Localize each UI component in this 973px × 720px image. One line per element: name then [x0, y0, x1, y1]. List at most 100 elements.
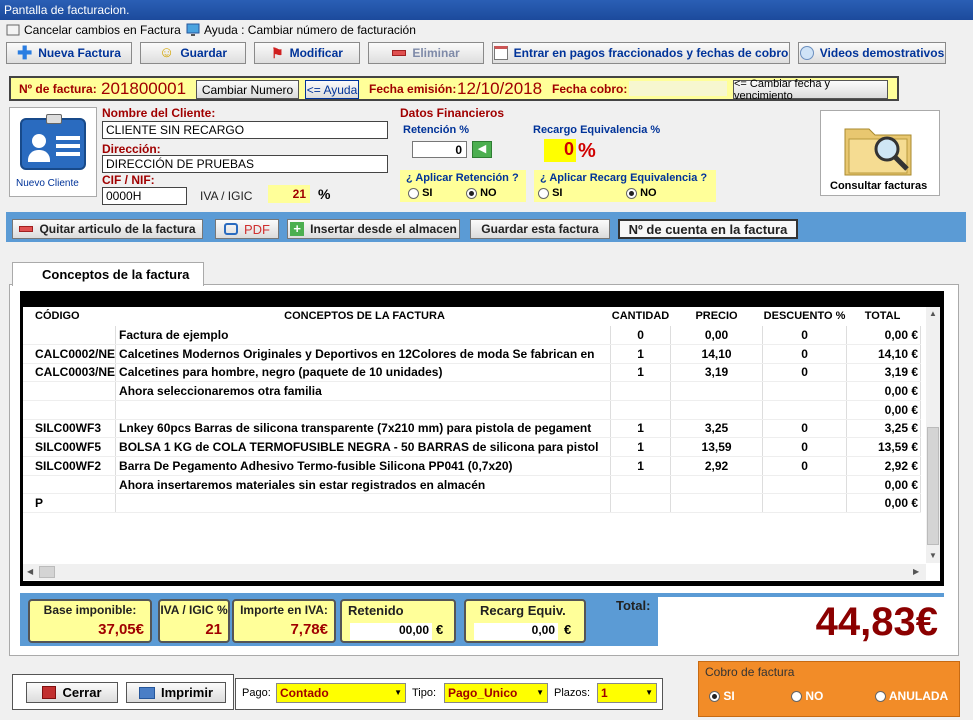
retention-apply-arrow-icon[interactable]: ◀	[472, 141, 492, 158]
cell-concept[interactable]: Ahora insertaremos materiales sin estar …	[115, 475, 612, 495]
table-row[interactable]: Factura de ejemplo 0 0,00 0 0,00 €	[23, 325, 922, 345]
cell-concept[interactable]: Lnkey 60pcs Barras de silicona transpare…	[115, 419, 612, 439]
vat-field[interactable]: 21	[268, 185, 310, 203]
surcharge-field[interactable]: 0	[544, 139, 576, 162]
cell-quantity[interactable]	[610, 493, 672, 514]
table-row[interactable]: SILC00WF2 Barra De Pegamento Adhesivo Ter…	[23, 456, 922, 476]
cell-discount[interactable]	[762, 381, 848, 401]
tab-invoice-concepts[interactable]: Conceptos de la factura	[12, 262, 204, 286]
cell-quantity[interactable]: 0	[610, 325, 672, 345]
scroll-up-icon[interactable]: ▲	[929, 309, 937, 318]
table-row[interactable]: P 0,00 €	[23, 493, 922, 514]
change-date-button[interactable]: <= Cambiar fecha y vencimiento	[733, 78, 888, 102]
cell-price[interactable]	[670, 475, 764, 495]
cell-quantity[interactable]: 1	[610, 456, 672, 476]
table-row[interactable]: CALC0003/NE Calcetines para hombre, negro…	[23, 363, 922, 383]
cell-quantity[interactable]: 1	[610, 363, 672, 383]
scroll-down-icon[interactable]: ▼	[929, 551, 937, 560]
cell-quantity[interactable]: 1	[610, 344, 672, 364]
cell-concept[interactable]: Ahora seleccionaremos otra familia	[115, 381, 612, 401]
search-invoices-button[interactable]: Consultar facturas	[820, 110, 940, 196]
new-invoice-button[interactable]: ✚ Nueva Factura	[6, 42, 132, 64]
cell-discount[interactable]	[762, 493, 848, 514]
col-header-total[interactable]: TOTAL	[847, 307, 921, 326]
cell-price[interactable]: 2,92	[670, 456, 764, 476]
cell-code[interactable]: SILC00WF2	[23, 456, 117, 476]
cell-price[interactable]	[670, 493, 764, 514]
client-name-field[interactable]: CLIENTE SIN RECARGO	[102, 121, 388, 139]
type-select[interactable]: Pago_Unico ▼	[444, 683, 548, 703]
address-field[interactable]: DIRECCIÓN DE PRUEBAS	[102, 155, 388, 173]
account-number-button[interactable]: Nº de cuenta en la factura	[618, 219, 798, 239]
remove-item-button[interactable]: Quitar articulo de la factura	[12, 219, 203, 239]
cell-concept[interactable]	[115, 400, 612, 420]
surcharge-no-radio[interactable]: NO	[626, 187, 657, 199]
videos-button[interactable]: Videos demostrativos	[798, 42, 946, 64]
hscroll-thumb[interactable]	[39, 566, 55, 578]
cell-code[interactable]: P	[23, 493, 117, 514]
modify-button[interactable]: ⚑ Modificar	[254, 42, 360, 64]
cell-code[interactable]	[23, 325, 117, 345]
grid-vertical-scrollbar[interactable]: ▲ ▼	[926, 307, 940, 563]
retention-yes-radio[interactable]: SI	[408, 187, 432, 199]
cell-total[interactable]: 0,00 €	[846, 475, 922, 495]
table-row[interactable]: CALC0002/NE Calcetines Modernos Originale…	[23, 344, 922, 364]
cell-code[interactable]: SILC00WF5	[23, 437, 117, 457]
cell-concept[interactable]: Barra De Pegamento Adhesivo Termo-fusibl…	[115, 456, 612, 476]
cell-quantity[interactable]	[610, 400, 672, 420]
cell-concept[interactable]: BOLSA 1 KG de COLA TERMOFUSIBLE NEGRA - …	[115, 437, 612, 457]
cell-price[interactable]: 13,59	[670, 437, 764, 457]
print-button[interactable]: Imprimir	[126, 682, 226, 703]
close-button[interactable]: Cerrar	[26, 682, 118, 703]
cell-code[interactable]: CALC0002/NE	[23, 344, 117, 364]
cell-discount[interactable]: 0	[762, 419, 848, 439]
scroll-right-icon[interactable]: ▶	[913, 567, 919, 576]
cell-total[interactable]: 2,92 €	[846, 456, 922, 476]
cif-field[interactable]: 0000H	[102, 187, 187, 205]
col-header-discount[interactable]: DESCUENTO %	[763, 307, 847, 326]
cell-discount[interactable]	[762, 400, 848, 420]
payment-select[interactable]: Contado ▼	[276, 683, 406, 703]
surcharge-yes-radio[interactable]: SI	[538, 187, 562, 199]
change-number-button[interactable]: Cambiar Numero	[196, 80, 299, 99]
issue-date[interactable]: 12/10/2018	[457, 79, 542, 99]
table-row[interactable]: Ahora seleccionaremos otra familia 0,00 €	[23, 381, 922, 401]
cell-quantity[interactable]: 1	[610, 437, 672, 457]
cell-discount[interactable]: 0	[762, 363, 848, 383]
table-row[interactable]: SILC00WF3 Lnkey 60pcs Barras de silicona …	[23, 419, 922, 439]
cell-price[interactable]	[670, 400, 764, 420]
save-invoice-button[interactable]: Guardar esta factura	[470, 219, 610, 239]
pdf-button[interactable]: PDF	[215, 219, 279, 239]
table-row[interactable]: SILC00WF5 BOLSA 1 KG de COLA TERMOFUSIBLE…	[23, 437, 922, 457]
cell-total[interactable]: 3,25 €	[846, 419, 922, 439]
cell-code[interactable]	[23, 475, 117, 495]
cell-discount[interactable]: 0	[762, 456, 848, 476]
collect-yes-radio[interactable]: SI	[709, 689, 735, 703]
scroll-thumb[interactable]	[927, 427, 939, 545]
cell-price[interactable]: 3,25	[670, 419, 764, 439]
table-row[interactable]: 0,00 €	[23, 400, 922, 420]
cell-discount[interactable]	[762, 475, 848, 495]
collect-void-radio[interactable]: ANULADA	[875, 689, 948, 703]
terms-select[interactable]: 1 ▼	[597, 683, 657, 703]
cell-total[interactable]: 0,00 €	[846, 493, 922, 514]
cell-total[interactable]: 14,10 €	[846, 344, 922, 364]
delete-button[interactable]: Eliminar	[368, 42, 484, 64]
cell-price[interactable]: 3,19	[670, 363, 764, 383]
col-header-concept[interactable]: CONCEPTOS DE LA FACTURA	[116, 307, 611, 326]
cell-total[interactable]: 0,00 €	[846, 381, 922, 401]
cell-total[interactable]: 3,19 €	[846, 363, 922, 383]
col-header-quantity[interactable]: CANTIDAD	[611, 307, 671, 326]
insert-from-warehouse-button[interactable]: + Insertar desde el almacen	[287, 219, 460, 239]
menu-help[interactable]: Ayuda : Cambiar número de facturación	[186, 23, 416, 37]
cell-discount[interactable]: 0	[762, 437, 848, 457]
cell-total[interactable]: 0,00 €	[846, 400, 922, 420]
save-button[interactable]: ☺ Guardar	[140, 42, 246, 64]
cell-concept[interactable]: Factura de ejemplo	[115, 325, 612, 345]
cell-total[interactable]: 13,59 €	[846, 437, 922, 457]
cell-code[interactable]	[23, 400, 117, 420]
cell-quantity[interactable]	[610, 381, 672, 401]
installments-button[interactable]: Entrar en pagos fraccionados y fechas de…	[492, 42, 790, 64]
cell-concept[interactable]	[115, 493, 612, 514]
cell-quantity[interactable]: 1	[610, 419, 672, 439]
